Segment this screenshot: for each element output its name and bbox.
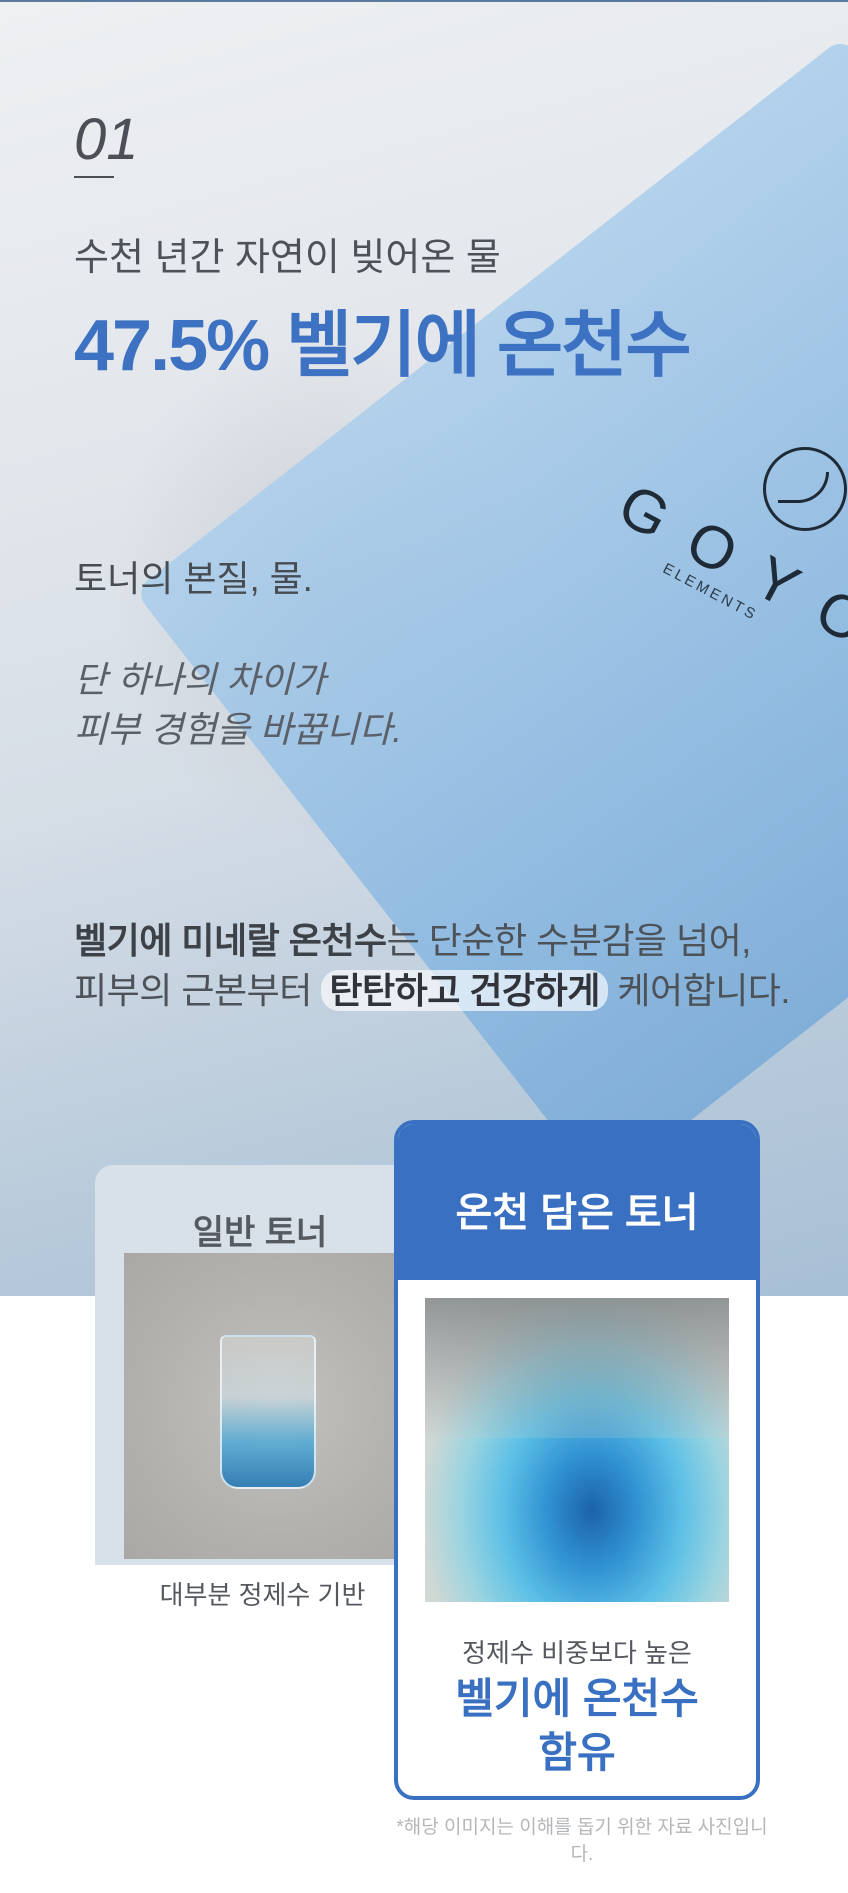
hot-spring-caption-2: 벨기에 온천수 bbox=[455, 1675, 699, 1722]
hot-spring-caption-3: 함유 bbox=[538, 1729, 616, 1776]
normal-toner-caption: 대부분 정제수 기반 bbox=[159, 1580, 366, 1610]
hot-spring-toner-card: 온천 담은 토너 정제수 비중보다 높은 벨기에 온천수 함유 bbox=[394, 1120, 760, 1800]
description-highlight: 탄탄하고 건강하게 bbox=[321, 970, 608, 1011]
difference-text: 단 하나의 차이가 피부 경험을 바꿉니다. bbox=[74, 655, 402, 755]
hero-section: GOYO ELEMENTS 01 수천 년간 자연이 빚어온 물 47.5% 벨… bbox=[0, 0, 848, 1296]
hero-headline: 47.5% 벨기에 온천수 bbox=[74, 306, 692, 386]
essence-text: 토너의 본질, 물. bbox=[74, 558, 313, 599]
section-number-underline bbox=[74, 176, 114, 178]
normal-toner-title: 일반 토너 bbox=[192, 1214, 328, 1252]
hot-spring-toner-title: 온천 담은 토너 bbox=[455, 1191, 699, 1235]
hot-spring-card-header: 온천 담은 토너 bbox=[398, 1124, 756, 1280]
hero-subtitle: 수천 년간 자연이 빚어온 물 bbox=[74, 237, 501, 279]
glass-icon bbox=[220, 1335, 316, 1489]
water-glass-photo bbox=[124, 1253, 401, 1559]
description-text: 벨기에 미네랄 온천수는 단순한 수분감을 넘어, 피부의 근본부터 탄탄하고 … bbox=[74, 916, 790, 1016]
difference-line-1: 단 하나의 차이가 bbox=[74, 659, 326, 700]
steam-overlay bbox=[425, 1298, 729, 1438]
description-part-2: 피부의 근본부터 bbox=[74, 970, 322, 1011]
description-bold: 벨기에 미네랄 온천수 bbox=[74, 920, 387, 961]
image-disclaimer: *해당 이미지는 이해를 돕기 위한 자료 사진입니다. bbox=[396, 1817, 768, 1865]
difference-line-2: 피부 경험을 바꿉니다. bbox=[74, 709, 403, 750]
description-part-3: 케어합니다. bbox=[607, 970, 790, 1011]
description-part-1: 는 단순한 수분감을 넘어, bbox=[386, 920, 752, 961]
hot-spring-caption-1: 정제수 비중보다 높은 bbox=[462, 1638, 692, 1668]
brand-logo-icon bbox=[763, 447, 847, 531]
hot-spring-caption-emphasis: 벨기에 온천수 함유 bbox=[398, 1672, 756, 1780]
hot-spring-photo bbox=[425, 1298, 729, 1602]
section-number: 01 bbox=[74, 107, 139, 172]
top-border bbox=[0, 0, 848, 2]
